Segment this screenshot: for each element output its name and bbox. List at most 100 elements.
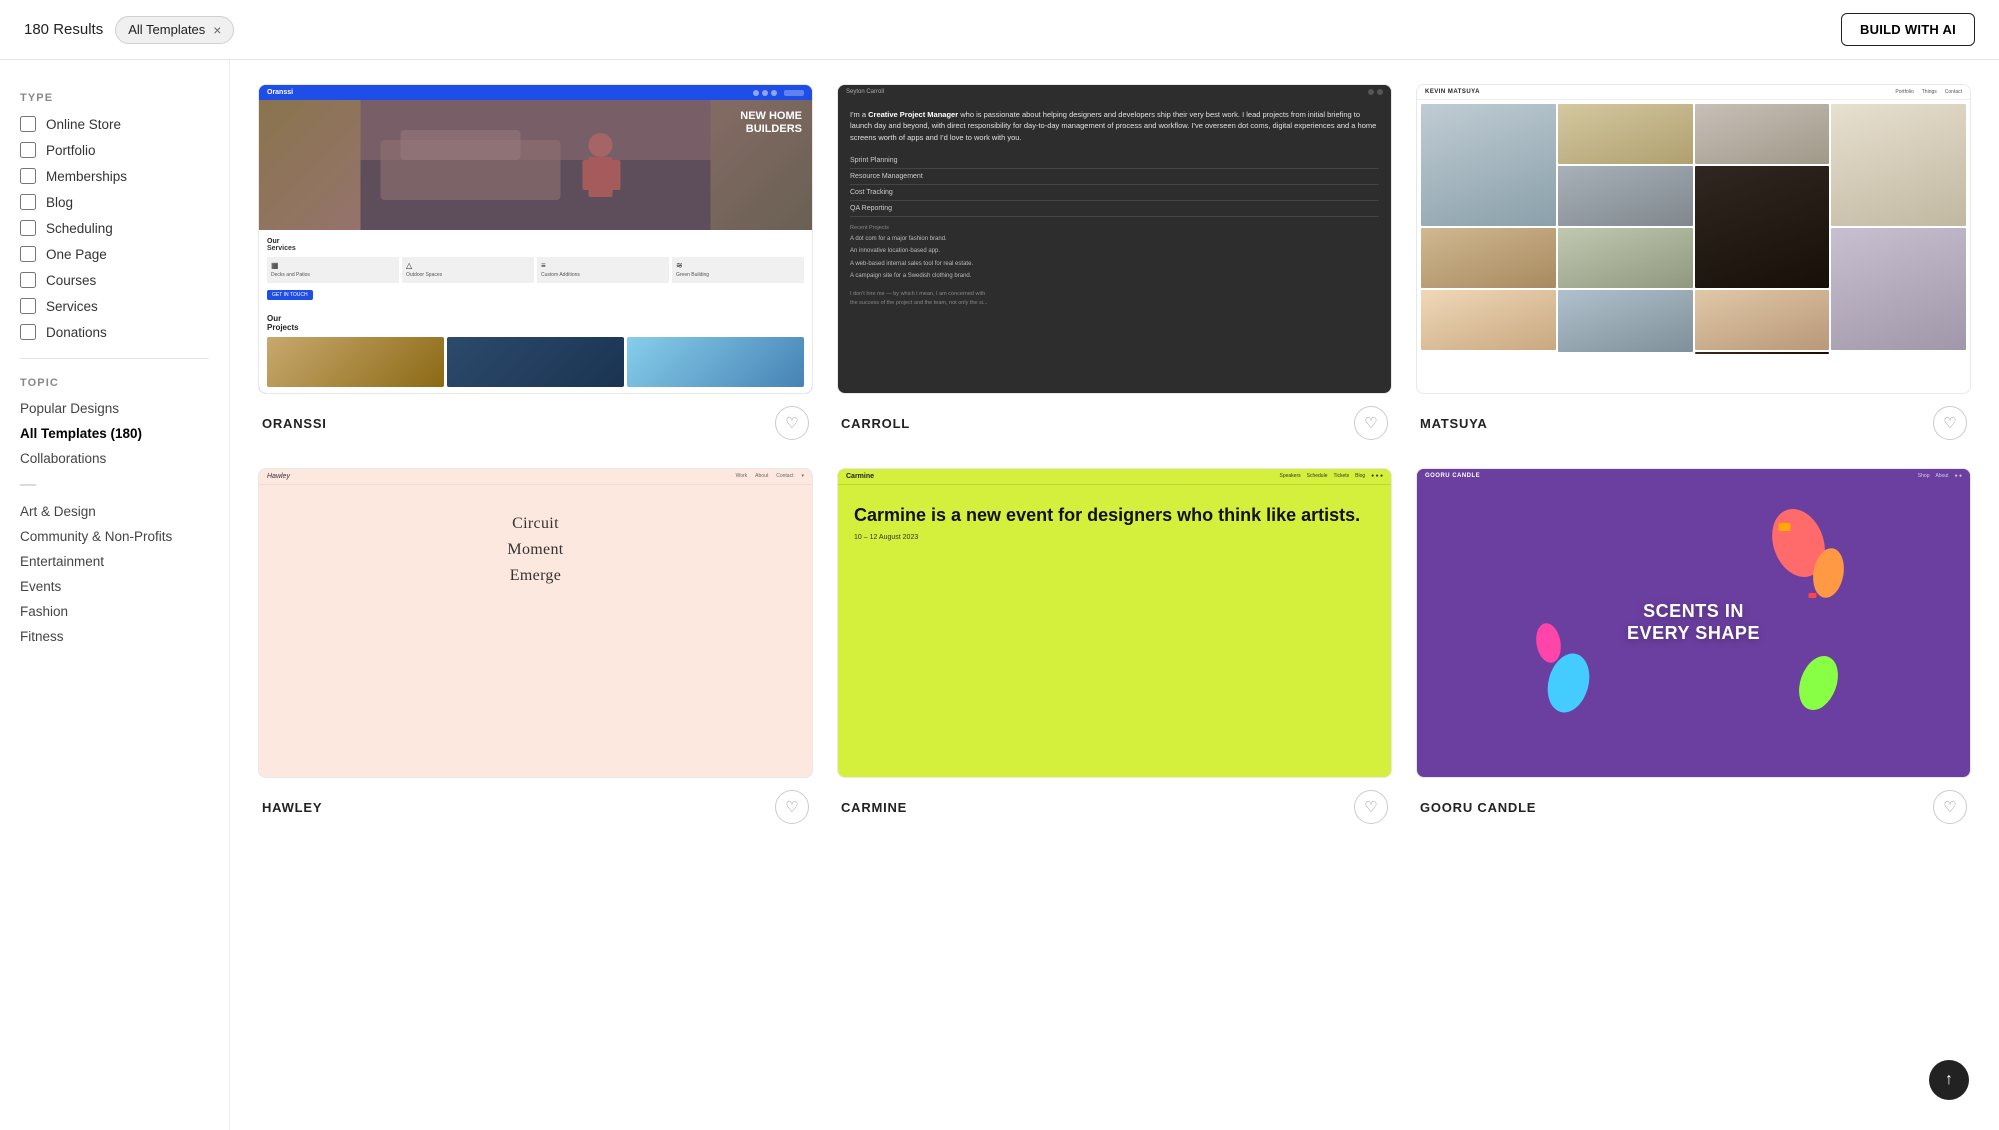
filter-services[interactable]: Services — [20, 298, 209, 314]
card-preview-hawley[interactable]: Hawley Work About Contact ▾ Circuit Mome… — [258, 468, 813, 778]
matsuya-card-footer: MATSUYA ♡ — [1416, 394, 1971, 444]
label-blog: Blog — [46, 195, 73, 210]
topic-section-title: TOPIC — [20, 377, 209, 389]
type-section-title: TYPE — [20, 92, 209, 104]
sidebar: TYPE Online Store Portfolio Memberships … — [0, 60, 230, 1130]
templates-grid: Oranssi — [258, 84, 1971, 828]
carroll-card-footer: CARROLL ♡ — [837, 394, 1392, 444]
carroll-project-1: A dot com for a major fashion brand. — [850, 235, 1379, 243]
matsuya-nav-3: Contact — [1945, 89, 1962, 95]
label-online-store: Online Store — [46, 117, 121, 132]
topic-popular-designs[interactable]: Popular Designs — [20, 401, 209, 416]
checkbox-blog[interactable] — [20, 194, 36, 210]
results-count: 180 Results — [24, 21, 103, 38]
carmine-card-footer: CARMINE ♡ — [837, 778, 1392, 828]
gooru-card-footer: GOORU CANDLE ♡ — [1416, 778, 1971, 828]
hawley-line-2: Moment — [507, 541, 563, 559]
template-card-hawley: Hawley Work About Contact ▾ Circuit Mome… — [258, 468, 813, 828]
checkbox-one-page[interactable] — [20, 246, 36, 262]
checkbox-scheduling[interactable] — [20, 220, 36, 236]
hawley-line-3: Emerge — [510, 567, 561, 585]
card-preview-carroll[interactable]: Seyton Carroll I'm a Creative Project Ma… — [837, 84, 1392, 394]
template-card-gooru: GOORU CANDLE Shop About ● ● — [1416, 468, 1971, 828]
template-card-carroll: Seyton Carroll I'm a Creative Project Ma… — [837, 84, 1392, 444]
sidebar-divider — [20, 358, 209, 359]
matsuya-nav-2: Things — [1922, 89, 1937, 95]
carmine-favorite-button[interactable]: ♡ — [1354, 790, 1388, 824]
gooru-template-name: GOORU CANDLE — [1420, 800, 1536, 815]
matsuya-logo: KEVIN MATSUYA — [1425, 89, 1480, 95]
carroll-project-2: An innovative location-based app. — [850, 247, 1379, 255]
label-services: Services — [46, 299, 98, 314]
hawley-nav-2: About — [755, 473, 768, 480]
card-preview-gooru[interactable]: GOORU CANDLE Shop About ● ● — [1416, 468, 1971, 778]
oranssi-template-name: ORANSSI — [262, 416, 327, 431]
carmine-nav-icons: ● ● ● — [1371, 473, 1383, 480]
matsuya-favorite-button[interactable]: ♡ — [1933, 406, 1967, 440]
checkbox-courses[interactable] — [20, 272, 36, 288]
checkbox-donations[interactable] — [20, 324, 36, 340]
label-one-page: One Page — [46, 247, 107, 262]
filter-online-store[interactable]: Online Store — [20, 116, 209, 132]
topic-community[interactable]: Community & Non-Profits — [20, 529, 209, 544]
checkbox-memberships[interactable] — [20, 168, 36, 184]
topic-all-templates[interactable]: All Templates (180) — [20, 426, 209, 441]
header-left: 180 Results All Templates × — [24, 16, 234, 44]
carroll-favorite-button[interactable]: ♡ — [1354, 406, 1388, 440]
carroll-skill-2: Resource Management — [850, 169, 1379, 185]
topic-fashion[interactable]: Fashion — [20, 604, 209, 619]
carroll-project-4: A campaign site for a Swedish clothing b… — [850, 272, 1379, 280]
topic-section: TOPIC Popular Designs All Templates (180… — [20, 377, 209, 644]
matsuya-template-name: MATSUYA — [1420, 416, 1488, 431]
carmine-heading: Carmine is a new event for designers who… — [854, 505, 1375, 526]
gooru-favorite-button[interactable]: ♡ — [1933, 790, 1967, 824]
matsuya-nav-1: Portfolio — [1895, 89, 1913, 95]
filter-memberships[interactable]: Memberships — [20, 168, 209, 184]
carmine-nav-3: Tickets — [1333, 473, 1349, 480]
carmine-nav-4: Blog — [1355, 473, 1365, 480]
filter-tag-close[interactable]: × — [213, 22, 221, 38]
filter-donations[interactable]: Donations — [20, 324, 209, 340]
template-card-oranssi: Oranssi — [258, 84, 813, 444]
hawley-nav-3: Contact — [776, 473, 793, 480]
filter-scheduling[interactable]: Scheduling — [20, 220, 209, 236]
hawley-logo: Hawley — [267, 473, 290, 480]
build-with-ai-button[interactable]: BUILD WITH AI — [1841, 13, 1975, 46]
oranssi-logo: Oranssi — [267, 89, 293, 96]
checkbox-services[interactable] — [20, 298, 36, 314]
filter-courses[interactable]: Courses — [20, 272, 209, 288]
carroll-template-name: CARROLL — [841, 416, 910, 431]
page-wrapper: 180 Results All Templates × BUILD WITH A… — [0, 0, 1999, 1130]
filter-one-page[interactable]: One Page — [20, 246, 209, 262]
oranssi-favorite-button[interactable]: ♡ — [775, 406, 809, 440]
topic-entertainment[interactable]: Entertainment — [20, 554, 209, 569]
gooru-nav-2: About — [1935, 473, 1948, 479]
carroll-skill-3: Cost Tracking — [850, 185, 1379, 201]
filter-tag[interactable]: All Templates × — [115, 16, 234, 44]
carmine-nav-2: Schedule — [1307, 473, 1328, 480]
hawley-card-footer: HAWLEY ♡ — [258, 778, 813, 828]
card-preview-carmine[interactable]: Carmine Speakers Schedule Tickets Blog ●… — [837, 468, 1392, 778]
checkbox-portfolio[interactable] — [20, 142, 36, 158]
checkbox-online-store[interactable] — [20, 116, 36, 132]
matsuya-photo-grid — [1417, 100, 1970, 358]
label-scheduling: Scheduling — [46, 221, 113, 236]
filter-portfolio[interactable]: Portfolio — [20, 142, 209, 158]
label-courses: Courses — [46, 273, 96, 288]
topic-art-design[interactable]: Art & Design — [20, 504, 209, 519]
template-card-carmine: Carmine Speakers Schedule Tickets Blog ●… — [837, 468, 1392, 828]
card-preview-oranssi[interactable]: Oranssi — [258, 84, 813, 394]
type-section: TYPE Online Store Portfolio Memberships … — [20, 92, 209, 340]
card-preview-matsuya[interactable]: KEVIN MATSUYA Portfolio Things Contact — [1416, 84, 1971, 394]
scroll-to-top-button[interactable]: ↑ — [1929, 1060, 1969, 1100]
hawley-favorite-button[interactable]: ♡ — [775, 790, 809, 824]
topic-collaborations[interactable]: Collaborations — [20, 451, 209, 466]
carroll-skill-1: Sprint Planning — [850, 153, 1379, 169]
topic-fitness[interactable]: Fitness — [20, 629, 209, 644]
gooru-nav-1: Shop — [1918, 473, 1930, 479]
carroll-logo: Seyton Carroll — [846, 89, 884, 95]
filter-blog[interactable]: Blog — [20, 194, 209, 210]
template-card-matsuya: KEVIN MATSUYA Portfolio Things Contact — [1416, 84, 1971, 444]
topic-events[interactable]: Events — [20, 579, 209, 594]
carroll-project-3: A web-based internal sales tool for real… — [850, 260, 1379, 268]
